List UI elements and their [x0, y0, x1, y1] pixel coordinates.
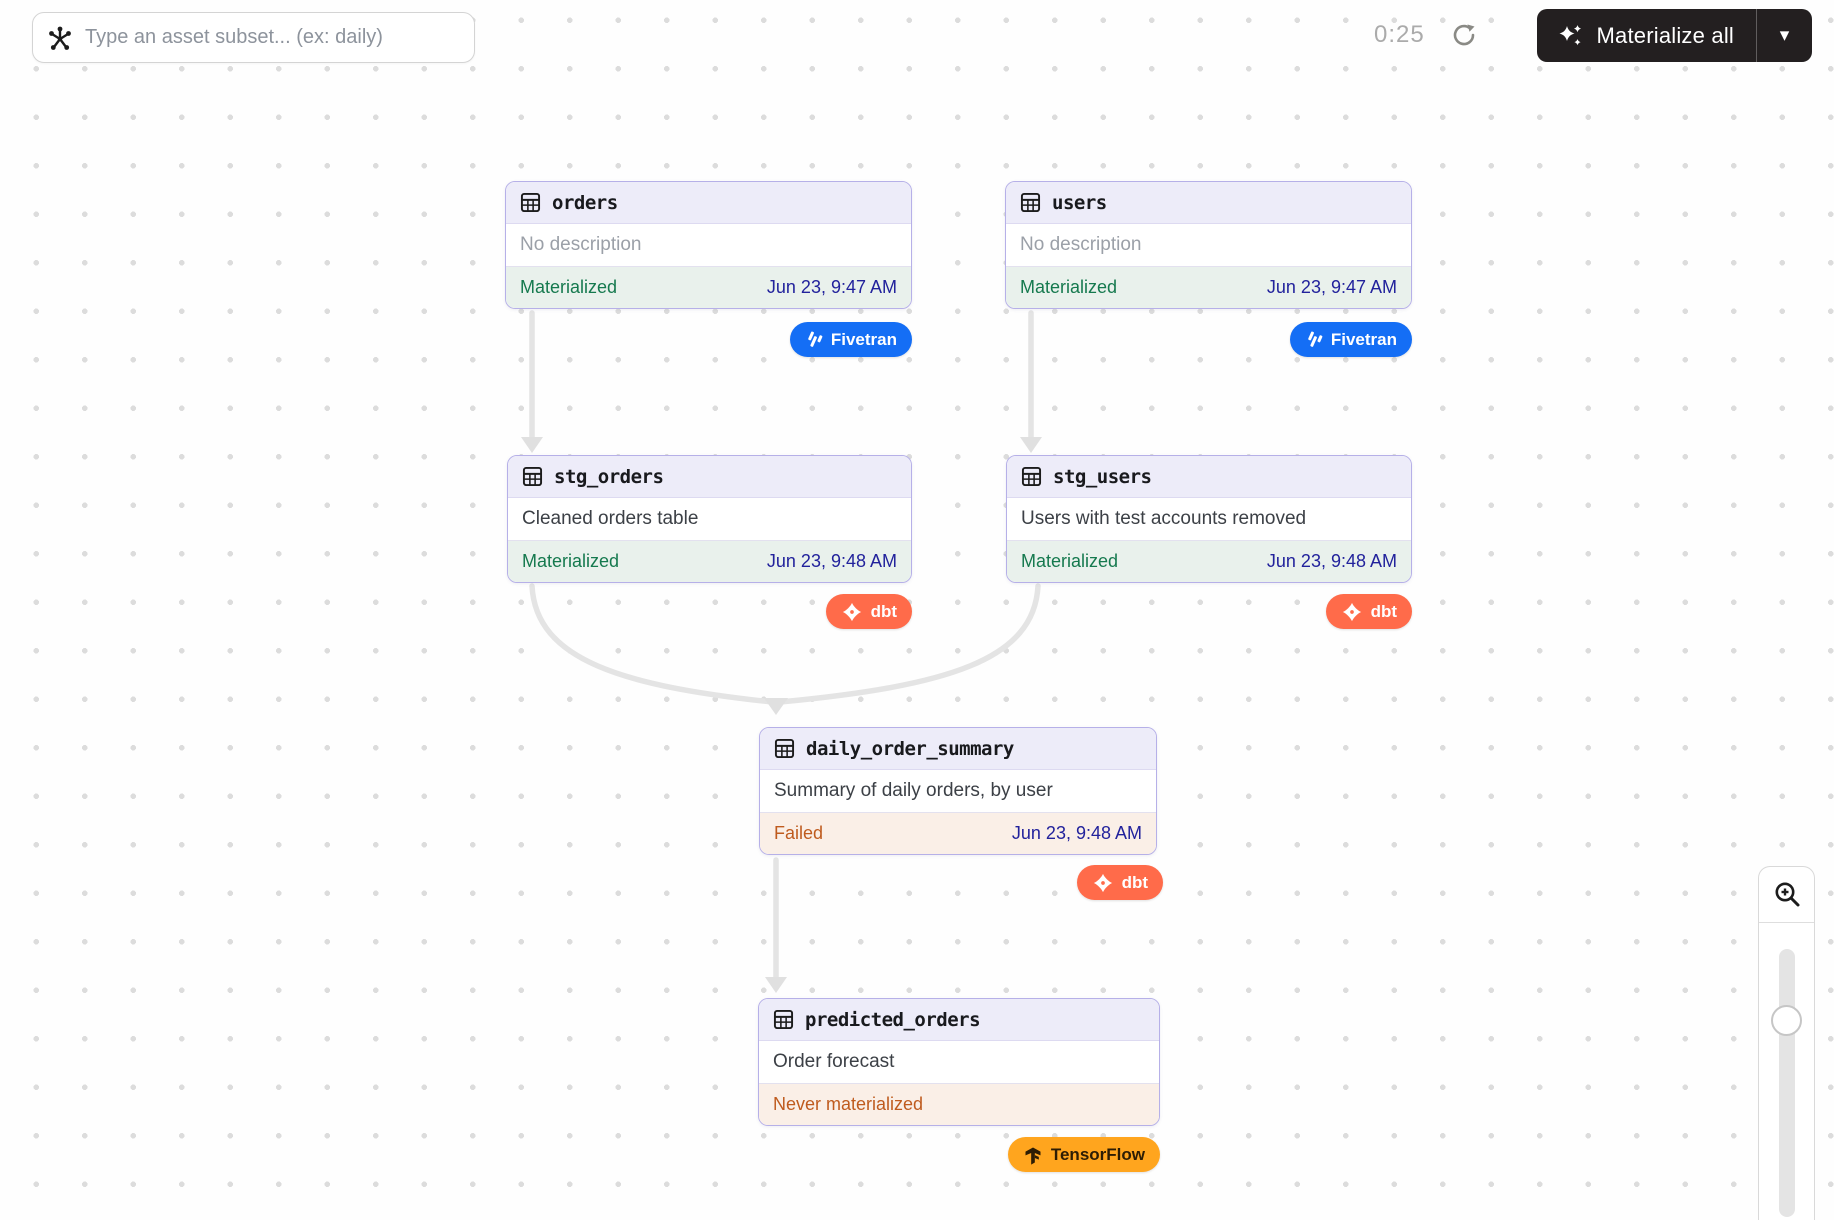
materialize-dropdown-button[interactable]: ▾: [1756, 9, 1812, 62]
status-badge: Failed: [774, 823, 823, 844]
zoom-control-panel: [1758, 866, 1815, 1220]
asset-node-stg-users[interactable]: stg_users Users with test accounts remov…: [1006, 455, 1412, 583]
asset-name: predicted_orders: [805, 1009, 980, 1031]
badge-label: dbt: [1371, 602, 1397, 622]
refresh-timer: 0:25: [1374, 21, 1425, 49]
dbt-logo-icon: [1341, 601, 1363, 623]
table-icon: [520, 192, 541, 213]
badge-label: dbt: [1122, 873, 1148, 893]
fivetran-logo-icon: [1305, 331, 1323, 349]
materialization-timestamp: Jun 23, 9:48 AM: [1267, 551, 1397, 572]
asset-name: daily_order_summary: [806, 738, 1014, 760]
refresh-button[interactable]: [1446, 17, 1482, 53]
compute-kind-badge-dbt: dbt: [1077, 865, 1163, 900]
fivetran-logo-icon: [805, 331, 823, 349]
arrowhead: [1020, 437, 1042, 453]
table-icon: [774, 738, 795, 759]
arrowhead: [521, 437, 543, 453]
asset-graph-canvas[interactable]: 0:25 Materialize all ▾: [0, 0, 1834, 1220]
badge-label: dbt: [871, 602, 897, 622]
materialization-timestamp: Jun 23, 9:47 AM: [1267, 277, 1397, 298]
asset-node-daily-order-summary[interactable]: daily_order_summary Summary of daily ord…: [759, 727, 1157, 855]
compute-kind-badge-fivetran: Fivetran: [790, 322, 912, 357]
asset-node-users[interactable]: users No description Materialized Jun 23…: [1005, 181, 1412, 309]
dbt-logo-icon: [1092, 872, 1114, 894]
asset-name: stg_orders: [554, 466, 663, 488]
asset-node-orders[interactable]: orders No description Materialized Jun 2…: [505, 181, 912, 309]
materialization-timestamp: Jun 23, 9:48 AM: [767, 551, 897, 572]
badge-label: Fivetran: [1331, 330, 1397, 350]
materialization-timestamp: Jun 23, 9:47 AM: [767, 277, 897, 298]
compute-kind-badge-dbt: dbt: [826, 594, 912, 629]
compute-kind-badge-dbt: dbt: [1326, 594, 1412, 629]
asset-description: No description: [506, 224, 911, 266]
asset-description: Summary of daily orders, by user: [760, 770, 1156, 812]
asset-name: users: [1052, 192, 1107, 214]
materialize-all-button[interactable]: Materialize all: [1537, 9, 1757, 62]
sparkles-icon: [1557, 22, 1585, 50]
table-icon: [522, 466, 543, 487]
search-input[interactable]: [32, 12, 475, 63]
materialization-timestamp: Jun 23, 9:48 AM: [1012, 823, 1142, 844]
arrowhead: [765, 977, 787, 993]
compute-kind-badge-tensorflow: TensorFlow: [1008, 1137, 1160, 1172]
tensorflow-logo-icon: [1023, 1145, 1043, 1165]
asset-description: No description: [1006, 224, 1411, 266]
zoom-slider[interactable]: [1779, 949, 1795, 1217]
asset-name: stg_users: [1053, 466, 1151, 488]
compute-kind-badge-fivetran: Fivetran: [1290, 322, 1412, 357]
asset-graph-icon: [47, 25, 73, 51]
table-icon: [1020, 192, 1041, 213]
badge-label: TensorFlow: [1051, 1145, 1145, 1165]
table-icon: [773, 1009, 794, 1030]
asset-description: Cleaned orders table: [508, 498, 911, 540]
zoom-in-button[interactable]: [1759, 867, 1814, 923]
arrowhead: [764, 698, 788, 715]
status-badge: Materialized: [1020, 277, 1117, 298]
magnifier-plus-icon: [1772, 880, 1802, 910]
zoom-slider-thumb[interactable]: [1771, 1005, 1802, 1036]
status-badge: Materialized: [1021, 551, 1118, 572]
status-badge: Materialized: [520, 277, 617, 298]
asset-name: orders: [552, 192, 618, 214]
materialize-all-label: Materialize all: [1597, 23, 1735, 49]
caret-down-icon: ▾: [1780, 24, 1790, 47]
edge-stgorders-daily: [532, 586, 772, 702]
materialize-all-split-button: Materialize all ▾: [1537, 9, 1813, 62]
asset-node-stg-orders[interactable]: stg_orders Cleaned orders table Material…: [507, 455, 912, 583]
dbt-logo-icon: [841, 601, 863, 623]
status-badge: Never materialized: [773, 1094, 923, 1115]
asset-description: Users with test accounts removed: [1007, 498, 1411, 540]
asset-description: Order forecast: [759, 1041, 1159, 1083]
refresh-arrow-icon: [1450, 21, 1478, 49]
asset-filter-search: [32, 12, 475, 63]
table-icon: [1021, 466, 1042, 487]
asset-node-predicted-orders[interactable]: predicted_orders Order forecast Never ma…: [758, 998, 1160, 1126]
status-badge: Materialized: [522, 551, 619, 572]
badge-label: Fivetran: [831, 330, 897, 350]
